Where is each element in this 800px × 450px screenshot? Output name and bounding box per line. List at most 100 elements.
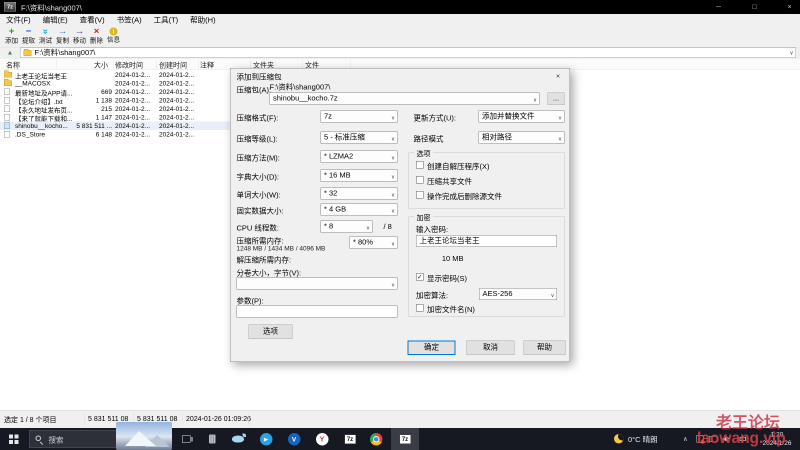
menu-view[interactable]: 查看(V) [74, 14, 111, 26]
ok-button[interactable]: 确定 [407, 340, 456, 355]
taskbar: 搜索 ▶ V Y 7z 7z 0°C 晴朗 ∧ ◀× 中 1:20 2024/1… [0, 422, 800, 450]
cpu-combo[interactable]: * 8 ∨ [320, 220, 373, 233]
decompress-memory-label: 解压缩所需内存: [236, 256, 292, 265]
help-button[interactable]: 帮助 [523, 340, 566, 355]
up-folder-button[interactable]: ▲ [4, 48, 16, 58]
delete-button[interactable]: × 删除 [88, 26, 105, 44]
volume-combo[interactable]: ∨ [236, 277, 398, 290]
file-size: 1 138 [95, 96, 112, 105]
col-size[interactable]: 大小 [60, 60, 108, 70]
archive-name-combo[interactable]: shinobu__kocho.7z ∨ [269, 92, 540, 105]
menu-help[interactable]: 帮助(H) [184, 14, 221, 26]
path-mode-combo[interactable]: 相对路径 ∨ [478, 131, 565, 144]
file-icon [4, 114, 10, 121]
options-group-title: 选项 [414, 148, 433, 159]
taskbar-app-7zip[interactable]: 7z [338, 428, 362, 450]
tray-chevron-up-icon[interactable]: ∧ [683, 435, 688, 443]
show-password-checkbox[interactable]: ✓ [416, 273, 424, 281]
add-button[interactable]: + 添加 [3, 26, 20, 44]
password-input[interactable]: 上老王论坛当老王 [416, 235, 557, 247]
search-highlight-image[interactable] [116, 422, 172, 450]
sfx-checkbox[interactable] [416, 161, 424, 169]
col-modified[interactable]: 修改时间 [115, 60, 143, 70]
menu-bookmarks[interactable]: 书签(A) [111, 14, 148, 26]
memory-percent-combo[interactable]: * 80% ∨ [349, 236, 398, 249]
word-combo[interactable]: * 32 ∨ [320, 187, 398, 200]
whale-icon [232, 433, 246, 443]
taskbar-app-7zip-active[interactable]: 7z [391, 428, 419, 450]
task-view-button[interactable] [174, 428, 198, 450]
volume-label: 分卷大小，字节(V): [236, 269, 302, 278]
file-modified: 2024-01-2... [115, 113, 151, 122]
weather-status[interactable]: 0°C 晴朗 [628, 434, 658, 445]
table-row[interactable]: 【来了就能下载和... 1 147 2024-01-2... 2024-01-2… [0, 113, 230, 123]
col-comment[interactable]: 注释 [200, 60, 214, 70]
table-row[interactable]: .DS_Store 6 148 2024-01-2... 2024-01-2..… [0, 130, 230, 139]
close-button[interactable]: × [778, 0, 800, 14]
col-name[interactable]: 名称 [6, 60, 20, 70]
chevron-down-icon: ∨ [390, 282, 395, 288]
test-button[interactable]: » 测试 [37, 26, 54, 44]
table-row[interactable]: 【论坛介绍】.txt 1 138 2024-01-2... 2024-01-2.… [0, 96, 230, 106]
start-button[interactable] [0, 428, 28, 450]
taskbar-app-telegram[interactable]: ▶ [254, 428, 278, 450]
options-button[interactable]: 选项 [248, 324, 293, 339]
file-created: 2024-01-2... [159, 88, 195, 96]
dialog-close-icon[interactable]: × [551, 71, 566, 82]
taskbar-app-chrome[interactable] [364, 428, 388, 450]
telegram-icon: ▶ [259, 432, 273, 446]
menu-file[interactable]: 文件(F) [0, 14, 37, 26]
solid-combo[interactable]: * 4 GB ∨ [320, 203, 398, 216]
level-combo[interactable]: 5 - 标准压缩 ∨ [320, 131, 398, 144]
address-combo[interactable]: F:\资料\shang007\ ∨ [20, 47, 796, 58]
col-created[interactable]: 创建时间 [159, 60, 187, 70]
table-row[interactable]: __MACOSX 2024-01-2... 2024-01-2... [0, 79, 230, 88]
show-password-label: 显示密码(S) [427, 274, 467, 284]
dict-label: 字典大小(D): [236, 173, 280, 182]
copy-button[interactable]: → 复制 [54, 26, 71, 44]
chevron-down-icon: ∨ [390, 115, 395, 121]
format-combo[interactable]: 7z ∨ [320, 110, 398, 123]
archive-file-icon [4, 122, 10, 129]
info-button[interactable]: i 信息 [105, 26, 122, 43]
window-titlebar: 7z F:\资料\shang007\ ─ □ × [0, 0, 800, 14]
word-label: 单词大小(W): [236, 191, 281, 200]
file-modified: 2024-01-2... [115, 96, 151, 105]
shared-files-checkbox[interactable] [416, 176, 424, 184]
taskbar-app-whale[interactable] [226, 428, 250, 450]
browse-button[interactable]: ... [547, 92, 565, 105]
params-input[interactable] [236, 305, 398, 318]
dict-combo[interactable]: * 16 MB ∨ [320, 169, 398, 182]
encryption-method-combo[interactable]: AES-256 ∨ [479, 288, 557, 300]
encryption-method-label: 加密算法: [416, 291, 449, 301]
table-row-selected[interactable]: shinobu__kocho... 5 831 511 ... 2024-01-… [0, 121, 230, 130]
file-modified: 2024-01-2... [115, 71, 151, 79]
method-combo[interactable]: * LZMA2 ∨ [320, 150, 398, 163]
file-name: __MACOSX [15, 79, 51, 88]
minimize-button[interactable]: ─ [707, 0, 730, 14]
table-row[interactable]: 【永久地址发布页... 215 2024-01-2... 2024-01-2..… [0, 105, 230, 114]
copy-icon: → [57, 26, 68, 37]
delete-after-checkbox[interactable] [416, 191, 424, 199]
archive-label: 压缩包(A): [236, 86, 272, 95]
taskbar-app-v[interactable]: V [282, 428, 306, 450]
options-group: 选项 创建自解压程序(X) 压缩共享文件 操作完成后删除源文件 [408, 148, 565, 209]
chevron-down-icon: ∨ [390, 192, 395, 198]
file-size: 215 [101, 105, 112, 113]
extract-icon: − [25, 26, 32, 37]
taskbar-app-recycle-bin[interactable] [200, 428, 224, 450]
file-modified: 2024-01-2... [115, 105, 151, 113]
table-row[interactable]: 最新地址及APP请... 669 2024-01-2... 2024-01-2.… [0, 88, 230, 97]
cancel-button[interactable]: 取消 [466, 340, 515, 355]
encrypt-names-checkbox[interactable] [416, 304, 424, 312]
encrypt-names-label: 加密文件名(N) [427, 305, 475, 315]
table-row[interactable]: 上老王论坛当老王 2024-01-2... 2024-01-2... [0, 70, 230, 80]
file-size: 6 148 [95, 130, 112, 139]
menu-tools[interactable]: 工具(T) [148, 14, 185, 26]
update-mode-combo[interactable]: 添加并替换文件 ∨ [478, 110, 565, 123]
recycle-bin-icon [208, 434, 216, 444]
move-button[interactable]: → 移动 [71, 26, 88, 44]
taskbar-app-yandex[interactable]: Y [310, 428, 334, 450]
maximize-button[interactable]: □ [743, 0, 766, 14]
extract-button[interactable]: − 提取 [20, 26, 37, 44]
